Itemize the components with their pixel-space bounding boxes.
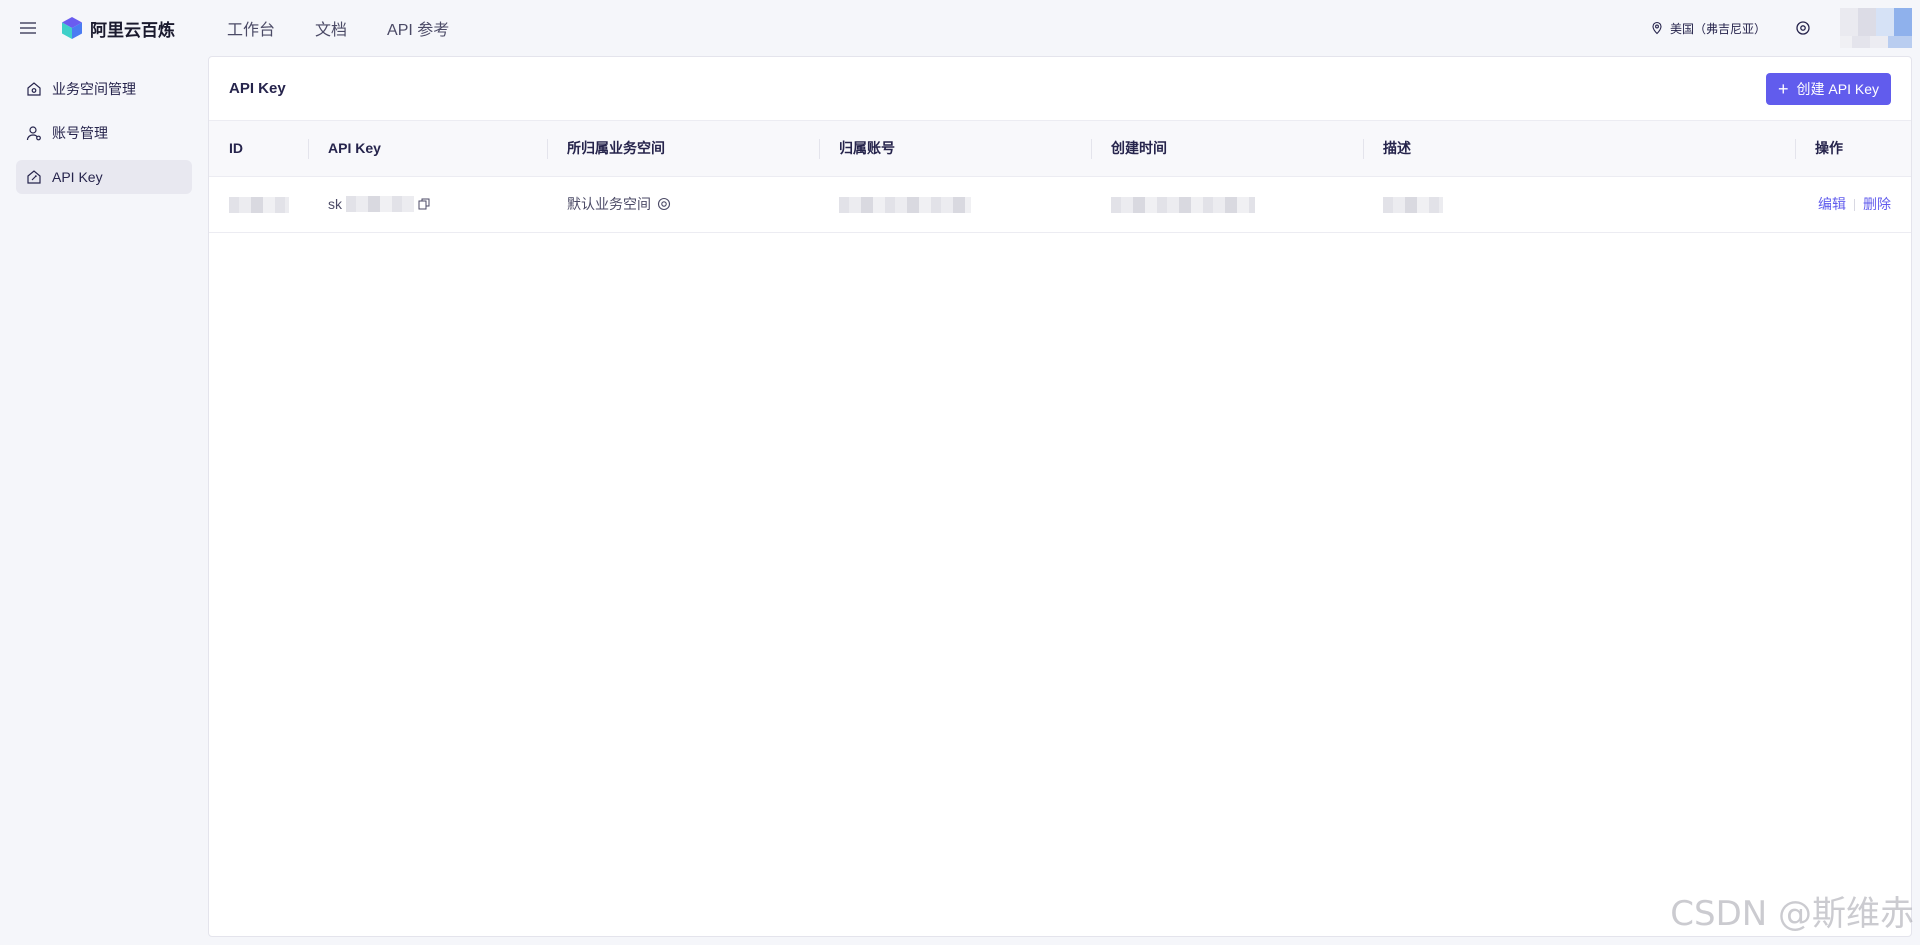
edit-link[interactable]: 编辑 [1818, 196, 1846, 212]
column-header-workspace[interactable]: 所归属业务空间 [547, 121, 819, 176]
column-header-account[interactable]: 归属账号 [819, 121, 1091, 176]
table-row: sk 默认业务空间 编辑 删除 [209, 176, 1911, 232]
watermark: CSDN @斯维赤 [1670, 894, 1914, 934]
action-divider [1854, 199, 1855, 212]
cell-account [819, 176, 1091, 232]
sidebar-item-workspace[interactable]: 业务空间管理 [16, 72, 192, 106]
copy-icon[interactable] [418, 198, 430, 210]
sidebar-item-label: API Key [52, 169, 103, 185]
brand[interactable]: 阿里云百炼 [60, 16, 175, 41]
workspace-icon [27, 82, 41, 96]
create-button-label: 创建 API Key [1796, 80, 1879, 97]
redacted-description [1383, 196, 1443, 213]
nav-workbench[interactable]: 工作台 [227, 16, 275, 40]
main-card: API Key + 创建 API Key ID API Key 所归属业务空间 … [208, 56, 1912, 937]
nav-docs[interactable]: 文档 [315, 16, 347, 40]
card-header: API Key + 创建 API Key [209, 57, 1911, 121]
cell-api-key: sk [308, 176, 547, 232]
brand-logo-icon [62, 17, 82, 39]
cell-description [1363, 176, 1795, 232]
menu-icon[interactable] [0, 0, 56, 56]
workspace-name: 默认业务空间 [567, 196, 651, 212]
page-title: API Key [229, 80, 286, 97]
redacted-created-time [1111, 196, 1255, 213]
sidebar-item-label: 业务空间管理 [52, 81, 136, 97]
redacted-api-key [346, 196, 414, 212]
redacted-account [839, 196, 971, 213]
column-header-created-time[interactable]: 创建时间 [1091, 121, 1363, 176]
location-icon [1652, 21, 1662, 35]
avatar[interactable] [1840, 8, 1912, 48]
column-header-id[interactable]: ID [209, 121, 308, 176]
create-api-key-button[interactable]: + 创建 API Key [1766, 72, 1891, 105]
cell-id [209, 176, 308, 232]
api-key-table: ID API Key 所归属业务空间 归属账号 创建时间 描述 操作 sk 默认… [209, 121, 1911, 233]
region-label: 美国（弗吉尼亚） [1669, 21, 1766, 36]
top-nav: 工作台 文档 API 参考 [227, 16, 449, 40]
cell-actions: 编辑 删除 [1795, 176, 1911, 232]
sidebar: 业务空间管理 账号管理 API Key [16, 72, 192, 204]
nav-api-reference[interactable]: API 参考 [387, 16, 449, 40]
table-header-row: ID API Key 所归属业务空间 归属账号 创建时间 描述 操作 [209, 121, 1911, 176]
sidebar-item-api-key[interactable]: API Key [16, 160, 192, 194]
sidebar-item-accounts[interactable]: 账号管理 [16, 116, 192, 150]
cell-workspace: 默认业务空间 [547, 176, 819, 232]
column-header-actions: 操作 [1795, 121, 1911, 176]
column-header-description[interactable]: 描述 [1363, 121, 1795, 176]
plus-icon: + [1778, 78, 1789, 99]
redacted-id [229, 196, 289, 213]
gear-icon[interactable] [1794, 19, 1812, 37]
header-right: 美国（弗吉尼亚） [1650, 0, 1920, 56]
api-key-prefix: sk [328, 196, 342, 212]
delete-link[interactable]: 删除 [1863, 196, 1891, 212]
top-header: 阿里云百炼 工作台 文档 API 参考 美国（弗吉尼亚） [0, 0, 1920, 56]
info-icon[interactable] [657, 197, 671, 211]
brand-name: 阿里云百炼 [90, 20, 175, 40]
key-house-icon [27, 170, 41, 184]
sidebar-item-label: 账号管理 [52, 125, 108, 141]
region-selector[interactable]: 美国（弗吉尼亚） [1650, 20, 1766, 37]
user-icon [26, 126, 41, 141]
column-header-api-key[interactable]: API Key [308, 121, 547, 176]
cell-created-time [1091, 176, 1363, 232]
